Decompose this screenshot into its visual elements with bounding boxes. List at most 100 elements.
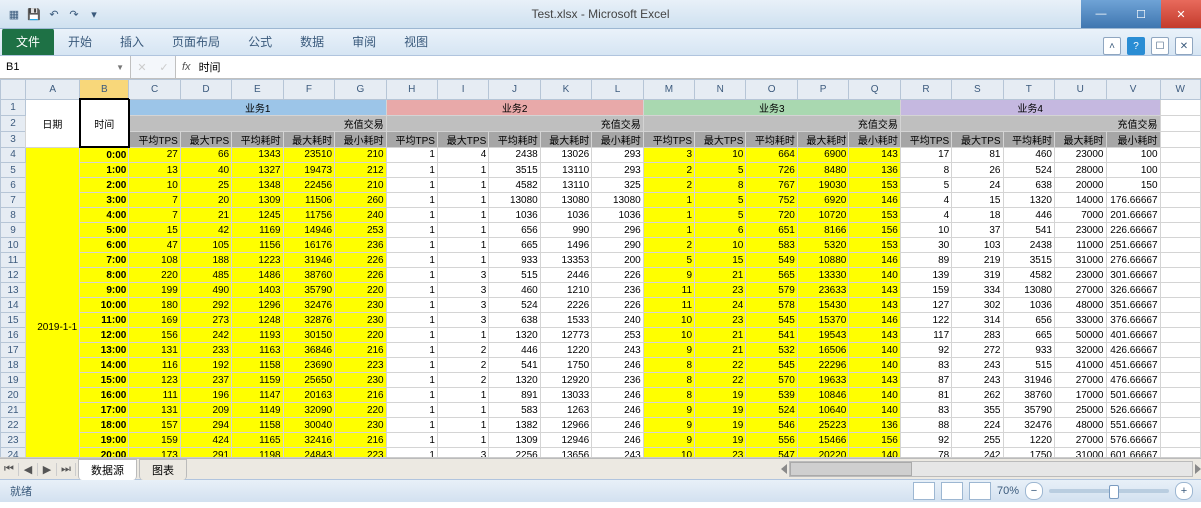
- data-cell[interactable]: 351.66667: [1106, 298, 1160, 313]
- data-cell[interactable]: 8: [695, 178, 746, 193]
- time-cell-10[interactable]: 6:00: [80, 238, 129, 253]
- data-cell[interactable]: 1486: [232, 268, 284, 283]
- data-cell[interactable]: 752: [746, 193, 798, 208]
- data-cell[interactable]: 5: [643, 253, 694, 268]
- data-cell[interactable]: 28000: [1055, 163, 1107, 178]
- data-cell[interactable]: 7: [129, 193, 180, 208]
- data-cell[interactable]: 32416: [283, 433, 335, 448]
- data-cell[interactable]: 1296: [232, 298, 284, 313]
- time-cell-12[interactable]: 8:00: [80, 268, 129, 283]
- undo-icon[interactable]: ↶: [46, 6, 62, 22]
- data-cell[interactable]: 24: [952, 178, 1003, 193]
- data-cell[interactable]: 246: [592, 433, 644, 448]
- data-cell[interactable]: 226: [335, 253, 387, 268]
- data-cell[interactable]: 180: [129, 298, 180, 313]
- row-header-11[interactable]: 11: [1, 253, 26, 268]
- data-cell[interactable]: 1193: [232, 328, 284, 343]
- data-cell[interactable]: 150: [1106, 178, 1160, 193]
- data-cell[interactable]: 32476: [283, 298, 335, 313]
- data-cell[interactable]: 15466: [797, 433, 849, 448]
- data-cell[interactable]: 656: [1003, 313, 1055, 328]
- data-cell[interactable]: 1: [437, 223, 488, 238]
- data-cell[interactable]: 24: [695, 298, 746, 313]
- data-cell[interactable]: 140: [849, 403, 901, 418]
- redo-icon[interactable]: ↷: [66, 6, 82, 22]
- data-cell[interactable]: 2256: [489, 448, 541, 459]
- qat-dropdown-icon[interactable]: ▾: [86, 6, 102, 22]
- data-cell[interactable]: 8: [643, 358, 694, 373]
- fx-icon[interactable]: fx: [182, 61, 191, 73]
- data-cell[interactable]: 143: [849, 147, 901, 163]
- minimize-ribbon-icon[interactable]: ˄: [1103, 37, 1121, 55]
- data-cell[interactable]: 1750: [540, 358, 592, 373]
- data-cell[interactable]: 156: [129, 328, 180, 343]
- data-cell[interactable]: 10: [695, 238, 746, 253]
- data-cell[interactable]: 2: [437, 358, 488, 373]
- data-cell[interactable]: 355: [952, 403, 1003, 418]
- data-cell[interactable]: 127: [900, 298, 951, 313]
- data-cell[interactable]: 1496: [540, 238, 592, 253]
- data-cell[interactable]: 237: [180, 373, 231, 388]
- data-cell[interactable]: 20220: [797, 448, 849, 459]
- data-cell[interactable]: 21: [695, 328, 746, 343]
- data-cell[interactable]: 1: [643, 208, 694, 223]
- data-cell[interactable]: 32876: [283, 313, 335, 328]
- scroll-left-icon[interactable]: [781, 464, 787, 474]
- data-cell[interactable]: 22456: [283, 178, 335, 193]
- col-header-W[interactable]: W: [1160, 80, 1200, 100]
- data-cell[interactable]: 10: [643, 448, 694, 459]
- data-cell[interactable]: 15: [129, 223, 180, 238]
- data-cell[interactable]: 226: [592, 298, 644, 313]
- data-cell[interactable]: 13026: [540, 147, 592, 163]
- data-cell[interactable]: 246: [592, 388, 644, 403]
- data-cell[interactable]: 31000: [1055, 253, 1107, 268]
- ribbon-tab-view[interactable]: 视图: [390, 28, 442, 55]
- data-cell[interactable]: 131: [129, 343, 180, 358]
- col-header-S[interactable]: S: [952, 80, 1003, 100]
- data-cell[interactable]: 2438: [1003, 238, 1055, 253]
- data-cell[interactable]: 273: [180, 313, 231, 328]
- col-header-J[interactable]: J: [489, 80, 541, 100]
- data-cell[interactable]: 726: [746, 163, 798, 178]
- col-header-V[interactable]: V: [1106, 80, 1160, 100]
- data-cell[interactable]: 243: [592, 343, 644, 358]
- data-cell[interactable]: 146: [849, 193, 901, 208]
- data-cell[interactable]: 1165: [232, 433, 284, 448]
- data-cell[interactable]: 8: [643, 388, 694, 403]
- data-cell[interactable]: 140: [849, 448, 901, 459]
- data-cell[interactable]: 1327: [232, 163, 284, 178]
- data-cell[interactable]: 92: [900, 343, 951, 358]
- data-cell[interactable]: 201.66667: [1106, 208, 1160, 223]
- row-header-3[interactable]: 3: [1, 131, 26, 147]
- data-cell[interactable]: 314: [952, 313, 1003, 328]
- data-cell[interactable]: 13353: [540, 253, 592, 268]
- data-cell[interactable]: 210: [335, 178, 387, 193]
- data-cell[interactable]: 153: [849, 178, 901, 193]
- data-cell[interactable]: 4: [900, 208, 951, 223]
- data-cell[interactable]: 230: [335, 373, 387, 388]
- data-cell[interactable]: 19633: [797, 373, 849, 388]
- data-cell[interactable]: 3: [437, 448, 488, 459]
- row-header-13[interactable]: 13: [1, 283, 26, 298]
- data-cell[interactable]: 226: [592, 268, 644, 283]
- col-header-N[interactable]: N: [695, 80, 746, 100]
- col-header-A[interactable]: A: [26, 80, 80, 100]
- horizontal-scrollbar[interactable]: [781, 462, 1201, 476]
- data-cell[interactable]: 546: [746, 418, 798, 433]
- col-header-U[interactable]: U: [1055, 80, 1107, 100]
- data-cell[interactable]: 22: [695, 373, 746, 388]
- data-cell[interactable]: 9: [643, 433, 694, 448]
- data-cell[interactable]: 1036: [1003, 298, 1055, 313]
- data-cell[interactable]: 240: [592, 313, 644, 328]
- data-cell[interactable]: 4: [437, 147, 488, 163]
- data-cell[interactable]: 664: [746, 147, 798, 163]
- data-cell[interactable]: 1309: [489, 433, 541, 448]
- data-cell[interactable]: 8: [900, 163, 951, 178]
- time-cell-22[interactable]: 18:00: [80, 418, 129, 433]
- sheet-first-icon[interactable]: ⏮: [0, 463, 19, 476]
- data-cell[interactable]: 31000: [1055, 448, 1107, 459]
- data-cell[interactable]: 1: [386, 373, 437, 388]
- data-cell[interactable]: 3: [437, 313, 488, 328]
- data-cell[interactable]: 524: [489, 298, 541, 313]
- data-cell[interactable]: 14946: [283, 223, 335, 238]
